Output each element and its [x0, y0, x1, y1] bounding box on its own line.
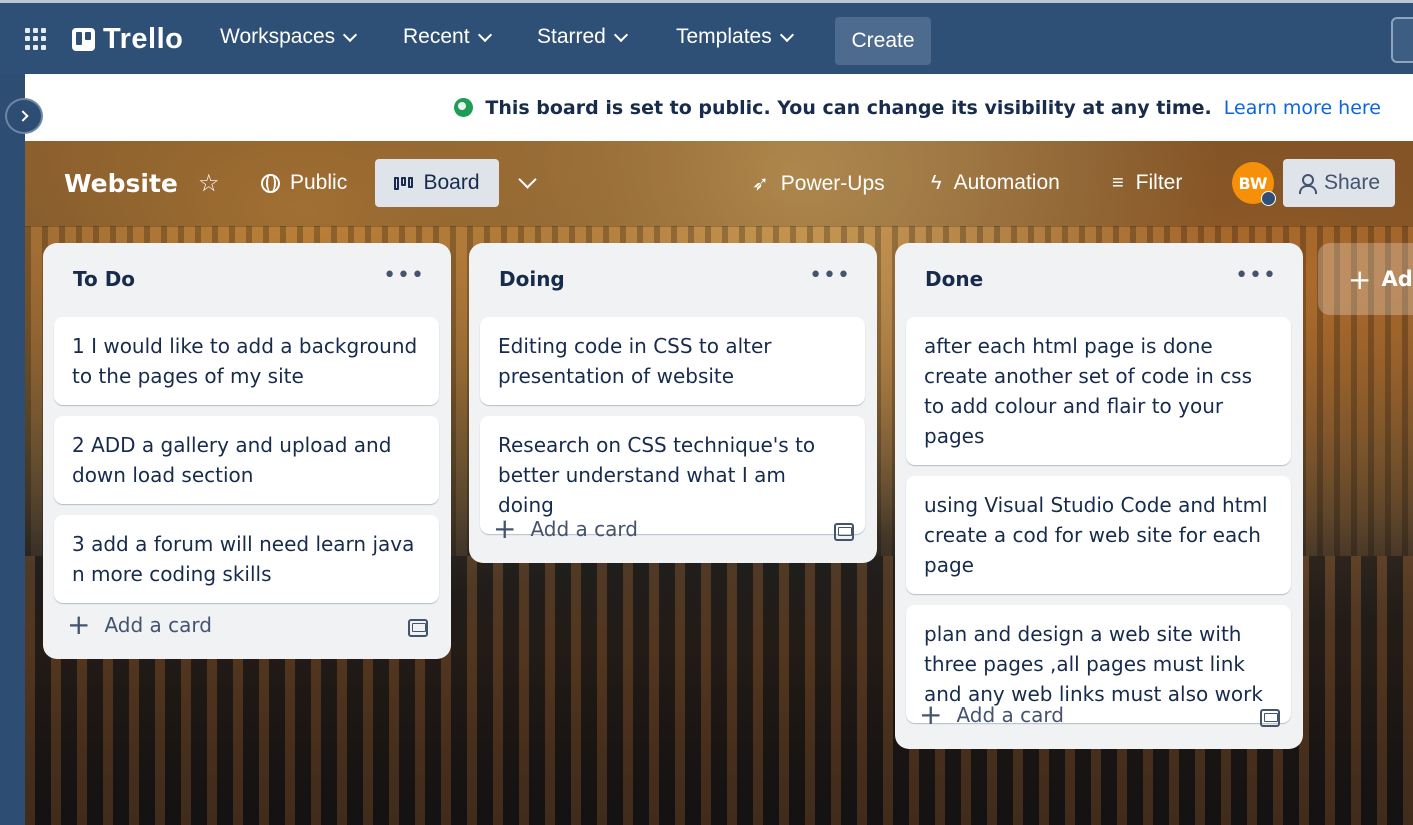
- create-button[interactable]: Create: [835, 17, 931, 65]
- nav-starred-label: Starred: [537, 25, 606, 48]
- filter-label: Filter: [1135, 171, 1183, 194]
- list-done: Done ••• after each html page is done cr…: [895, 243, 1303, 749]
- globe-icon: [454, 98, 474, 117]
- visibility-label: Public: [290, 171, 348, 194]
- list-todo: To Do ••• 1 I would like to add a backgr…: [43, 243, 451, 659]
- add-list-label: Add: [1381, 267, 1413, 291]
- card-template-icon[interactable]: [834, 523, 854, 541]
- card-template-icon[interactable]: [1260, 709, 1280, 727]
- card[interactable]: Editing code in CSS to alter presentatio…: [480, 317, 865, 405]
- automation-label: Automation: [953, 171, 1060, 194]
- board-title[interactable]: Website: [64, 169, 178, 198]
- star-icon[interactable]: ☆: [198, 171, 220, 195]
- chevron-down-icon: [343, 27, 358, 42]
- collapsed-sidebar: [0, 74, 25, 825]
- share-button[interactable]: Share: [1283, 159, 1395, 207]
- top-navigation: Trello Workspaces Recent Starred Templat…: [0, 0, 1413, 74]
- card-list: Editing code in CSS to alter presentatio…: [480, 317, 865, 534]
- plus-icon: +: [919, 698, 943, 731]
- expand-sidebar-button[interactable]: [5, 98, 43, 134]
- globe-icon: [261, 173, 280, 193]
- nav-recent-label: Recent: [403, 25, 470, 48]
- visibility-button[interactable]: Public: [261, 171, 347, 195]
- search-input[interactable]: [1391, 17, 1413, 63]
- list-title[interactable]: Done: [925, 267, 983, 291]
- filter-button[interactable]: ≡ Filter: [1112, 171, 1182, 195]
- public-board-banner: This board is set to public. You can cha…: [25, 74, 1413, 141]
- card-list: 1 I would like to add a background to th…: [54, 317, 439, 603]
- trello-logo-icon: [72, 28, 95, 51]
- board-header: Website ☆ Public Board ➶ Power-Ups ϟ Aut…: [25, 141, 1413, 227]
- card-template-icon[interactable]: [408, 619, 428, 637]
- card[interactable]: after each html page is done create anot…: [906, 317, 1291, 465]
- trello-logo[interactable]: Trello: [72, 23, 183, 56]
- list-title[interactable]: To Do: [73, 267, 135, 291]
- nav-workspaces-label: Workspaces: [220, 25, 336, 48]
- card[interactable]: using Visual Studio Code and html create…: [906, 476, 1291, 594]
- nav-templates-label: Templates: [676, 25, 772, 48]
- chevron-down-icon: [477, 27, 492, 42]
- chevron-down-icon: [779, 27, 794, 42]
- admin-badge-icon: [1261, 191, 1276, 206]
- views-chevron-down-icon[interactable]: [518, 170, 537, 189]
- add-list-button[interactable]: + Add: [1318, 243, 1413, 315]
- chevron-down-icon: [613, 27, 628, 42]
- powerups-button[interactable]: ➶ Power-Ups: [752, 171, 885, 196]
- list-doing: Doing ••• Editing code in CSS to alter p…: [469, 243, 877, 563]
- avatar[interactable]: BW: [1232, 162, 1276, 206]
- learn-more-link[interactable]: Learn more here: [1224, 97, 1381, 119]
- filter-icon: ≡: [1112, 171, 1124, 194]
- add-card-button[interactable]: + Add a card: [493, 515, 638, 543]
- card[interactable]: 2 ADD a gallery and upload and down load…: [54, 416, 439, 504]
- avatar-initials: BW: [1238, 173, 1268, 193]
- plus-icon: +: [67, 608, 91, 641]
- nav-templates[interactable]: Templates: [676, 25, 794, 49]
- card[interactable]: 1 I would like to add a background to th…: [54, 317, 439, 405]
- powerups-label: Power-Ups: [780, 171, 885, 195]
- board-icon: [394, 176, 414, 190]
- add-card-button[interactable]: + Add a card: [67, 611, 212, 639]
- add-card-label: Add a card: [530, 517, 638, 541]
- automation-button[interactable]: ϟ Automation: [931, 171, 1060, 195]
- add-card-label: Add a card: [956, 703, 1064, 727]
- board-canvas: Website ☆ Public Board ➶ Power-Ups ϟ Aut…: [25, 141, 1413, 825]
- banner-message: This board is set to public. You can cha…: [485, 96, 1212, 119]
- app-switcher-icon[interactable]: [25, 28, 47, 50]
- share-label: Share: [1323, 171, 1381, 194]
- list-menu-icon[interactable]: •••: [809, 265, 851, 287]
- rocket-icon: ➶: [752, 173, 769, 195]
- list-title[interactable]: Doing: [499, 267, 565, 291]
- card[interactable]: 3 add a forum will need learn java n mor…: [54, 515, 439, 603]
- add-card-button[interactable]: + Add a card: [919, 701, 1064, 729]
- plus-icon: +: [1348, 262, 1372, 296]
- board-view-label: Board: [423, 171, 480, 194]
- card-list: after each html page is done create anot…: [906, 317, 1291, 723]
- list-menu-icon[interactable]: •••: [1235, 265, 1277, 287]
- nav-recent[interactable]: Recent: [403, 25, 492, 49]
- chevron-right-icon: [16, 110, 29, 122]
- lightning-icon: ϟ: [931, 171, 942, 194]
- logo-text: Trello: [103, 23, 184, 55]
- plus-icon: +: [493, 512, 517, 545]
- board-view-button[interactable]: Board: [375, 159, 499, 207]
- list-menu-icon[interactable]: •••: [383, 265, 425, 287]
- nav-starred[interactable]: Starred: [537, 25, 628, 49]
- add-card-label: Add a card: [104, 613, 212, 637]
- add-person-icon: [1298, 174, 1317, 194]
- nav-workspaces[interactable]: Workspaces: [220, 25, 358, 49]
